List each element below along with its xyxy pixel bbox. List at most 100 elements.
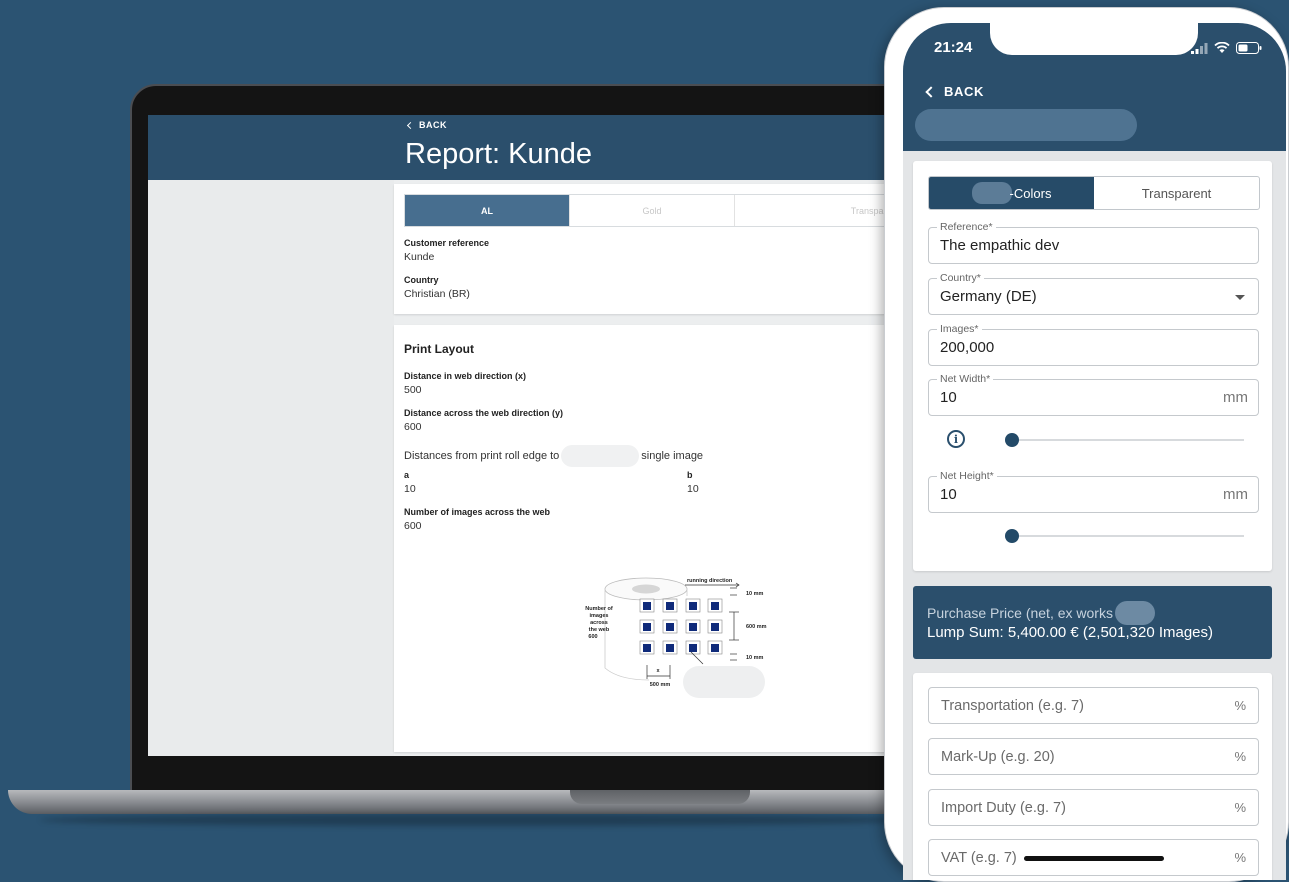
distance-b-label: b <box>687 470 693 480</box>
segment-colors[interactable]: -Colors <box>929 177 1094 209</box>
redacted-segment-text <box>971 182 1012 204</box>
import-duty-field[interactable]: Import Duty (e.g. 7) % <box>928 789 1259 826</box>
phone-screen: 21:24 BACK -Colors Transparent Reference… <box>903 23 1286 880</box>
number-label-line: across <box>590 620 608 626</box>
images-value: 200,000 <box>940 339 995 356</box>
reference-field[interactable]: Reference* The empathic dev <box>928 221 1259 264</box>
purchase-price-line: Purchase Price (net, ex works <box>927 601 1155 625</box>
country-label: Country* <box>937 272 984 284</box>
info-icon[interactable]: i <box>947 430 965 448</box>
images-across-value: 600 <box>404 520 422 532</box>
tab-al[interactable]: AL <box>405 195 570 226</box>
caret-down-icon <box>1235 295 1245 300</box>
color-segmented-control: -Colors Transparent <box>928 176 1260 210</box>
dim-mid-label: 600 mm <box>746 624 767 630</box>
page-title: Report: Kunde <box>405 138 593 170</box>
images-label: Images* <box>937 323 982 335</box>
laptop-base <box>8 790 938 814</box>
tab-transparent[interactable]: Transparent <box>735 195 888 226</box>
number-label-line: Number of <box>585 606 613 612</box>
distance-y-field: Distance across the web direction (y) 60… <box>404 408 563 433</box>
print-roll-diagram: running direction 10 mm 600 mm 10 mm Num… <box>585 577 767 698</box>
percent-unit: % <box>1234 800 1246 815</box>
net-width-field[interactable]: Net Width* 10 mm <box>928 373 1259 416</box>
battery-icon <box>1236 42 1262 54</box>
distance-a-field: a 10 <box>404 470 416 495</box>
net-height-label: Net Height* <box>937 470 997 482</box>
home-indicator[interactable] <box>1024 856 1164 861</box>
print-layout-card: Print Layout Distance in web direction (… <box>394 325 888 752</box>
laptop-back-button[interactable]: BACK <box>406 120 447 130</box>
surcharges-card: Transportation (e.g. 7) % Mark-Up (e.g. … <box>913 673 1272 880</box>
dim-bottom-label: 10 mm <box>746 655 764 661</box>
phone-back-button[interactable]: BACK <box>925 84 984 99</box>
tab-gold[interactable]: Gold <box>570 195 735 226</box>
net-width-slider-thumb[interactable] <box>1005 433 1019 447</box>
x-value-label: 500 mm <box>650 682 671 688</box>
number-images-label: Number of images across the web 600 <box>585 606 613 640</box>
status-time: 21:24 <box>934 39 973 56</box>
import-duty-placeholder: Import Duty (e.g. 7) <box>941 800 1066 816</box>
country-label: Country <box>404 275 439 285</box>
images-field[interactable]: Images* 200,000 <box>928 323 1259 366</box>
percent-unit: % <box>1234 850 1246 865</box>
country-field: Country Christian (BR) <box>404 275 470 300</box>
reference-value: The empathic dev <box>940 237 1060 254</box>
customer-reference-label: Customer reference <box>404 238 490 248</box>
country-select[interactable]: Country* Germany (DE) <box>928 272 1259 315</box>
phone-notch <box>990 23 1198 55</box>
status-icons <box>1191 42 1262 54</box>
distance-a-value: 10 <box>404 483 416 495</box>
distance-b-field: b 10 <box>687 470 699 495</box>
laptop-shadow <box>40 814 910 826</box>
markup-field[interactable]: Mark-Up (e.g. 20) % <box>928 738 1259 775</box>
purchase-price-label: Purchase Price (net, ex works <box>927 605 1113 621</box>
redacted-diagram-label <box>683 666 765 698</box>
segment-transparent[interactable]: Transparent <box>1094 177 1259 209</box>
distance-b-value: 10 <box>687 483 699 495</box>
number-label-line: images <box>590 613 609 619</box>
chevron-left-icon <box>406 121 415 129</box>
customer-card: AL Gold Transparent Customer reference K… <box>394 184 888 314</box>
country-value: Christian (BR) <box>404 288 470 300</box>
distance-a-label: a <box>404 470 410 480</box>
net-width-label: Net Width* <box>937 373 994 385</box>
percent-unit: % <box>1234 749 1246 764</box>
distance-x-label: Distance in web direction (x) <box>404 371 527 381</box>
product-form-card: -Colors Transparent Reference* The empat… <box>913 161 1272 571</box>
running-direction-label: running direction <box>687 578 733 584</box>
dim-top-label: 10 mm <box>746 591 764 597</box>
distance-y-value: 600 <box>404 421 422 433</box>
image-grid <box>639 598 723 655</box>
distance-y-label: Distance across the web direction (y) <box>404 408 564 418</box>
reference-label: Reference* <box>937 221 996 233</box>
net-height-slider-thumb[interactable] <box>1005 529 1019 543</box>
net-width-slider[interactable] <box>1012 439 1244 441</box>
transportation-field[interactable]: Transportation (e.g. 7) % <box>928 687 1259 724</box>
net-height-value: 10 <box>940 486 957 503</box>
redacted-title <box>915 109 1137 141</box>
net-width-unit: mm <box>1223 389 1248 406</box>
laptop-app-header: BACK Report: Kunde <box>148 115 888 180</box>
number-label-line: 600 <box>588 634 597 640</box>
x-label: x <box>656 668 660 674</box>
net-height-slider[interactable] <box>1012 535 1244 537</box>
net-height-field[interactable]: Net Height* 10 mm <box>928 470 1259 513</box>
distance-x-value: 500 <box>404 384 422 396</box>
laptop-notch <box>570 790 750 804</box>
material-tabs: AL Gold Transparent <box>404 194 888 227</box>
purchase-price-panel: Purchase Price (net, ex works Lump Sum: … <box>913 586 1272 659</box>
laptop-screen: BACK Report: Kunde AL Gold Transparent C… <box>148 115 888 756</box>
segment-colors-label: -Colors <box>1009 185 1052 201</box>
vat-placeholder: VAT (e.g. 7) <box>941 850 1017 866</box>
lump-sum-line: Lump Sum: 5,400.00 € (2,501,320 Images) <box>927 624 1214 641</box>
customer-reference-value: Kunde <box>404 251 435 263</box>
percent-unit: % <box>1234 698 1246 713</box>
redacted-text <box>561 445 640 467</box>
distance-x-field: Distance in web direction (x) 500 <box>404 371 526 396</box>
markup-placeholder: Mark-Up (e.g. 20) <box>941 749 1055 765</box>
number-label-line: the web <box>589 627 610 633</box>
print-layout-heading: Print Layout <box>404 342 475 356</box>
net-height-unit: mm <box>1223 486 1248 503</box>
wifi-icon <box>1214 42 1230 53</box>
